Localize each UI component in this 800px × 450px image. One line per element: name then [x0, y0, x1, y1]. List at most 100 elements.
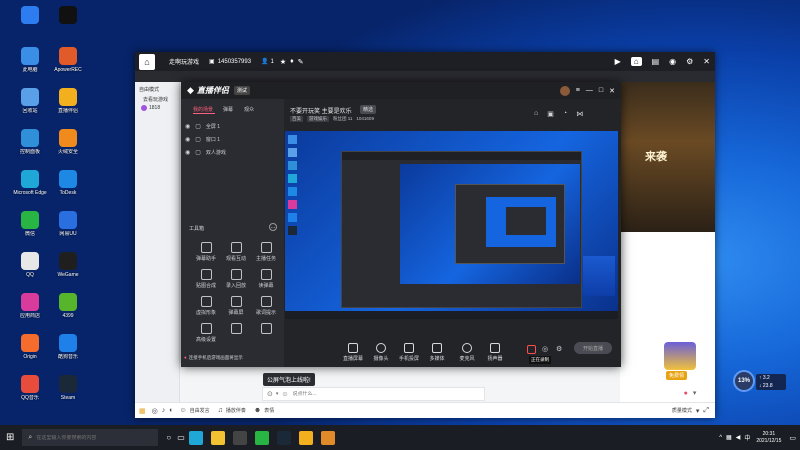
- desktop-icon[interactable]: 酷狗音乐: [48, 334, 88, 360]
- bell-icon[interactable]: ◔: [563, 110, 567, 118]
- volume-icon[interactable]: ◐: [169, 407, 173, 414]
- more-tools-icon[interactable]: …: [269, 223, 277, 231]
- menu-icon[interactable]: ≡: [576, 87, 580, 94]
- desktop-icon[interactable]: 回收站: [10, 88, 50, 114]
- star-icon[interactable]: ★: [280, 58, 286, 66]
- more-icon[interactable]: ▾: [693, 389, 697, 397]
- share-icon[interactable]: ✎: [298, 58, 304, 66]
- heart-icon[interactable]: ●: [684, 390, 688, 397]
- tab-audience[interactable]: 观众: [244, 106, 254, 113]
- wechat-taskbar-icon[interactable]: [254, 430, 269, 445]
- toolbox-item[interactable]: 录入回放: [223, 269, 249, 289]
- eye-icon[interactable]: ◎: [152, 407, 158, 415]
- clock-icon[interactable]: ⊙: [267, 390, 273, 398]
- smile-icon[interactable]: ☺: [281, 391, 288, 398]
- shop-icon[interactable]: ▤: [652, 57, 660, 66]
- avatar[interactable]: [559, 85, 570, 96]
- task-view-icon[interactable]: ▭: [177, 433, 185, 442]
- scene-item[interactable]: ◉ ▢ 窗口 1: [184, 133, 281, 145]
- eye-icon[interactable]: ◉: [185, 136, 190, 143]
- desktop-icon[interactable]: ToDesk: [48, 170, 88, 196]
- quality-mode[interactable]: 质量模式: [672, 407, 692, 414]
- control-screen[interactable]: 直播屏幕: [340, 343, 366, 362]
- desktop-icon[interactable]: 网易UU: [48, 211, 88, 237]
- toolbox-item[interactable]: 弹幕屏: [223, 296, 249, 316]
- network-icon[interactable]: ▦: [726, 434, 732, 441]
- windows-start-icon[interactable]: ⊞: [6, 432, 14, 443]
- toolbox-item[interactable]: 贴图合成: [193, 269, 219, 289]
- gift-box-icon[interactable]: [664, 342, 696, 370]
- lock-icon[interactable]: ▢: [195, 123, 201, 130]
- store-icon[interactable]: ⌂: [534, 110, 538, 118]
- control-camera[interactable]: 摄像头: [368, 343, 394, 362]
- scene-item[interactable]: ◉ ▢ 双人游戏: [184, 146, 281, 158]
- desktop-icon[interactable]: Origin: [10, 334, 50, 360]
- search-input[interactable]: [36, 434, 155, 441]
- desktop-icon[interactable]: 应用商店: [10, 293, 50, 319]
- desktop-icon[interactable]: 控制面板: [10, 129, 50, 155]
- desktop-icon[interactable]: WeGame: [48, 252, 88, 278]
- gear-icon[interactable]: ⚙: [556, 345, 562, 353]
- cortana-icon[interactable]: ○: [166, 433, 171, 442]
- tab-scenes[interactable]: 我的场景: [193, 106, 213, 113]
- audio-icon[interactable]: ◎: [542, 345, 548, 353]
- stream-taskbar-icon[interactable]: [298, 430, 313, 445]
- close-window-icon[interactable]: ✕: [609, 87, 615, 95]
- desktop-icon[interactable]: [48, 6, 88, 26]
- free-speak-icon[interactable]: ☺: [179, 407, 186, 414]
- notification-icon[interactable]: ▭: [789, 434, 796, 442]
- lock-icon[interactable]: ▢: [195, 149, 201, 156]
- maximize-icon[interactable]: □: [599, 87, 603, 94]
- toolbox-item[interactable]: 虚拟形象: [193, 296, 219, 316]
- eye-icon[interactable]: ◉: [185, 123, 190, 130]
- file-explorer-icon[interactable]: [210, 430, 225, 445]
- app-taskbar-icon[interactable]: [320, 430, 335, 445]
- taskbar-search-box[interactable]: ⌕: [22, 429, 159, 446]
- expand-icon[interactable]: ⤢: [703, 407, 709, 415]
- toolbox-item[interactable]: 歌词提示: [253, 296, 279, 316]
- control-phone[interactable]: 手机投屏: [396, 343, 422, 362]
- control-speaker[interactable]: 扬声器: [482, 343, 508, 362]
- ime-icon[interactable]: 中: [744, 433, 750, 442]
- tab-danmaku[interactable]: 弹幕: [223, 106, 233, 113]
- mic-icon[interactable]: ♪: [162, 407, 166, 414]
- free-badge[interactable]: 免费领: [666, 371, 688, 380]
- desktop-icon[interactable]: QQ: [10, 252, 50, 278]
- desktop-icon[interactable]: Microsoft Edge: [10, 170, 50, 196]
- video-icon[interactable]: ▶: [615, 57, 621, 66]
- left-tab-free[interactable]: 自由模式: [139, 86, 159, 93]
- windows-store-icon[interactable]: [232, 430, 247, 445]
- chevron-down-icon[interactable]: ▾: [696, 407, 700, 415]
- scene-item[interactable]: ◉ ▢ 全屏 1: [184, 120, 281, 132]
- dropdown-chevron-icon[interactable]: ▾: [276, 391, 279, 397]
- emoji-label[interactable]: 表情: [264, 407, 274, 414]
- eye-icon[interactable]: ◉: [185, 149, 190, 156]
- desktop-icon[interactable]: 此电脑: [10, 47, 50, 73]
- start-live-button[interactable]: 开始直播: [574, 342, 612, 354]
- grid-icon[interactable]: ▦: [139, 407, 146, 415]
- speed-monitor-circle[interactable]: 13%: [733, 370, 755, 392]
- settings-icon[interactable]: ⚙: [686, 57, 693, 66]
- tray-chevron-icon[interactable]: ^: [719, 435, 722, 441]
- toolbox-item[interactable]: 弹幕助手: [193, 242, 219, 262]
- desktop-icon[interactable]: [10, 6, 50, 26]
- close-icon[interactable]: ✕: [703, 57, 710, 66]
- edge-icon[interactable]: [188, 430, 203, 445]
- desktop-icon[interactable]: ApowerREC: [48, 47, 88, 73]
- toolbox-item[interactable]: 观看互动: [223, 242, 249, 262]
- emoji-icon[interactable]: ☻: [254, 407, 261, 414]
- home-tab-icon[interactable]: ⌂: [630, 57, 642, 66]
- desktop-icon[interactable]: 火绒安全: [48, 129, 88, 155]
- music-icon[interactable]: ♫: [218, 407, 223, 414]
- toolbox-item[interactable]: 读弹幕: [253, 269, 279, 289]
- accompaniment-label[interactable]: 播放伴奏: [226, 407, 246, 414]
- lock-icon[interactable]: ▢: [195, 136, 201, 143]
- desktop-icon[interactable]: 微信: [10, 211, 50, 237]
- minimize-icon[interactable]: —: [586, 87, 593, 94]
- game-banner[interactable]: 来袭: [620, 82, 715, 232]
- toolbox-item[interactable]: 高级设置: [193, 323, 219, 343]
- steam-taskbar-icon[interactable]: [276, 430, 291, 445]
- control-media[interactable]: 多媒体: [424, 343, 450, 362]
- gift-icon[interactable]: ▣: [547, 110, 554, 118]
- desktop-icon[interactable]: 4399: [48, 293, 88, 319]
